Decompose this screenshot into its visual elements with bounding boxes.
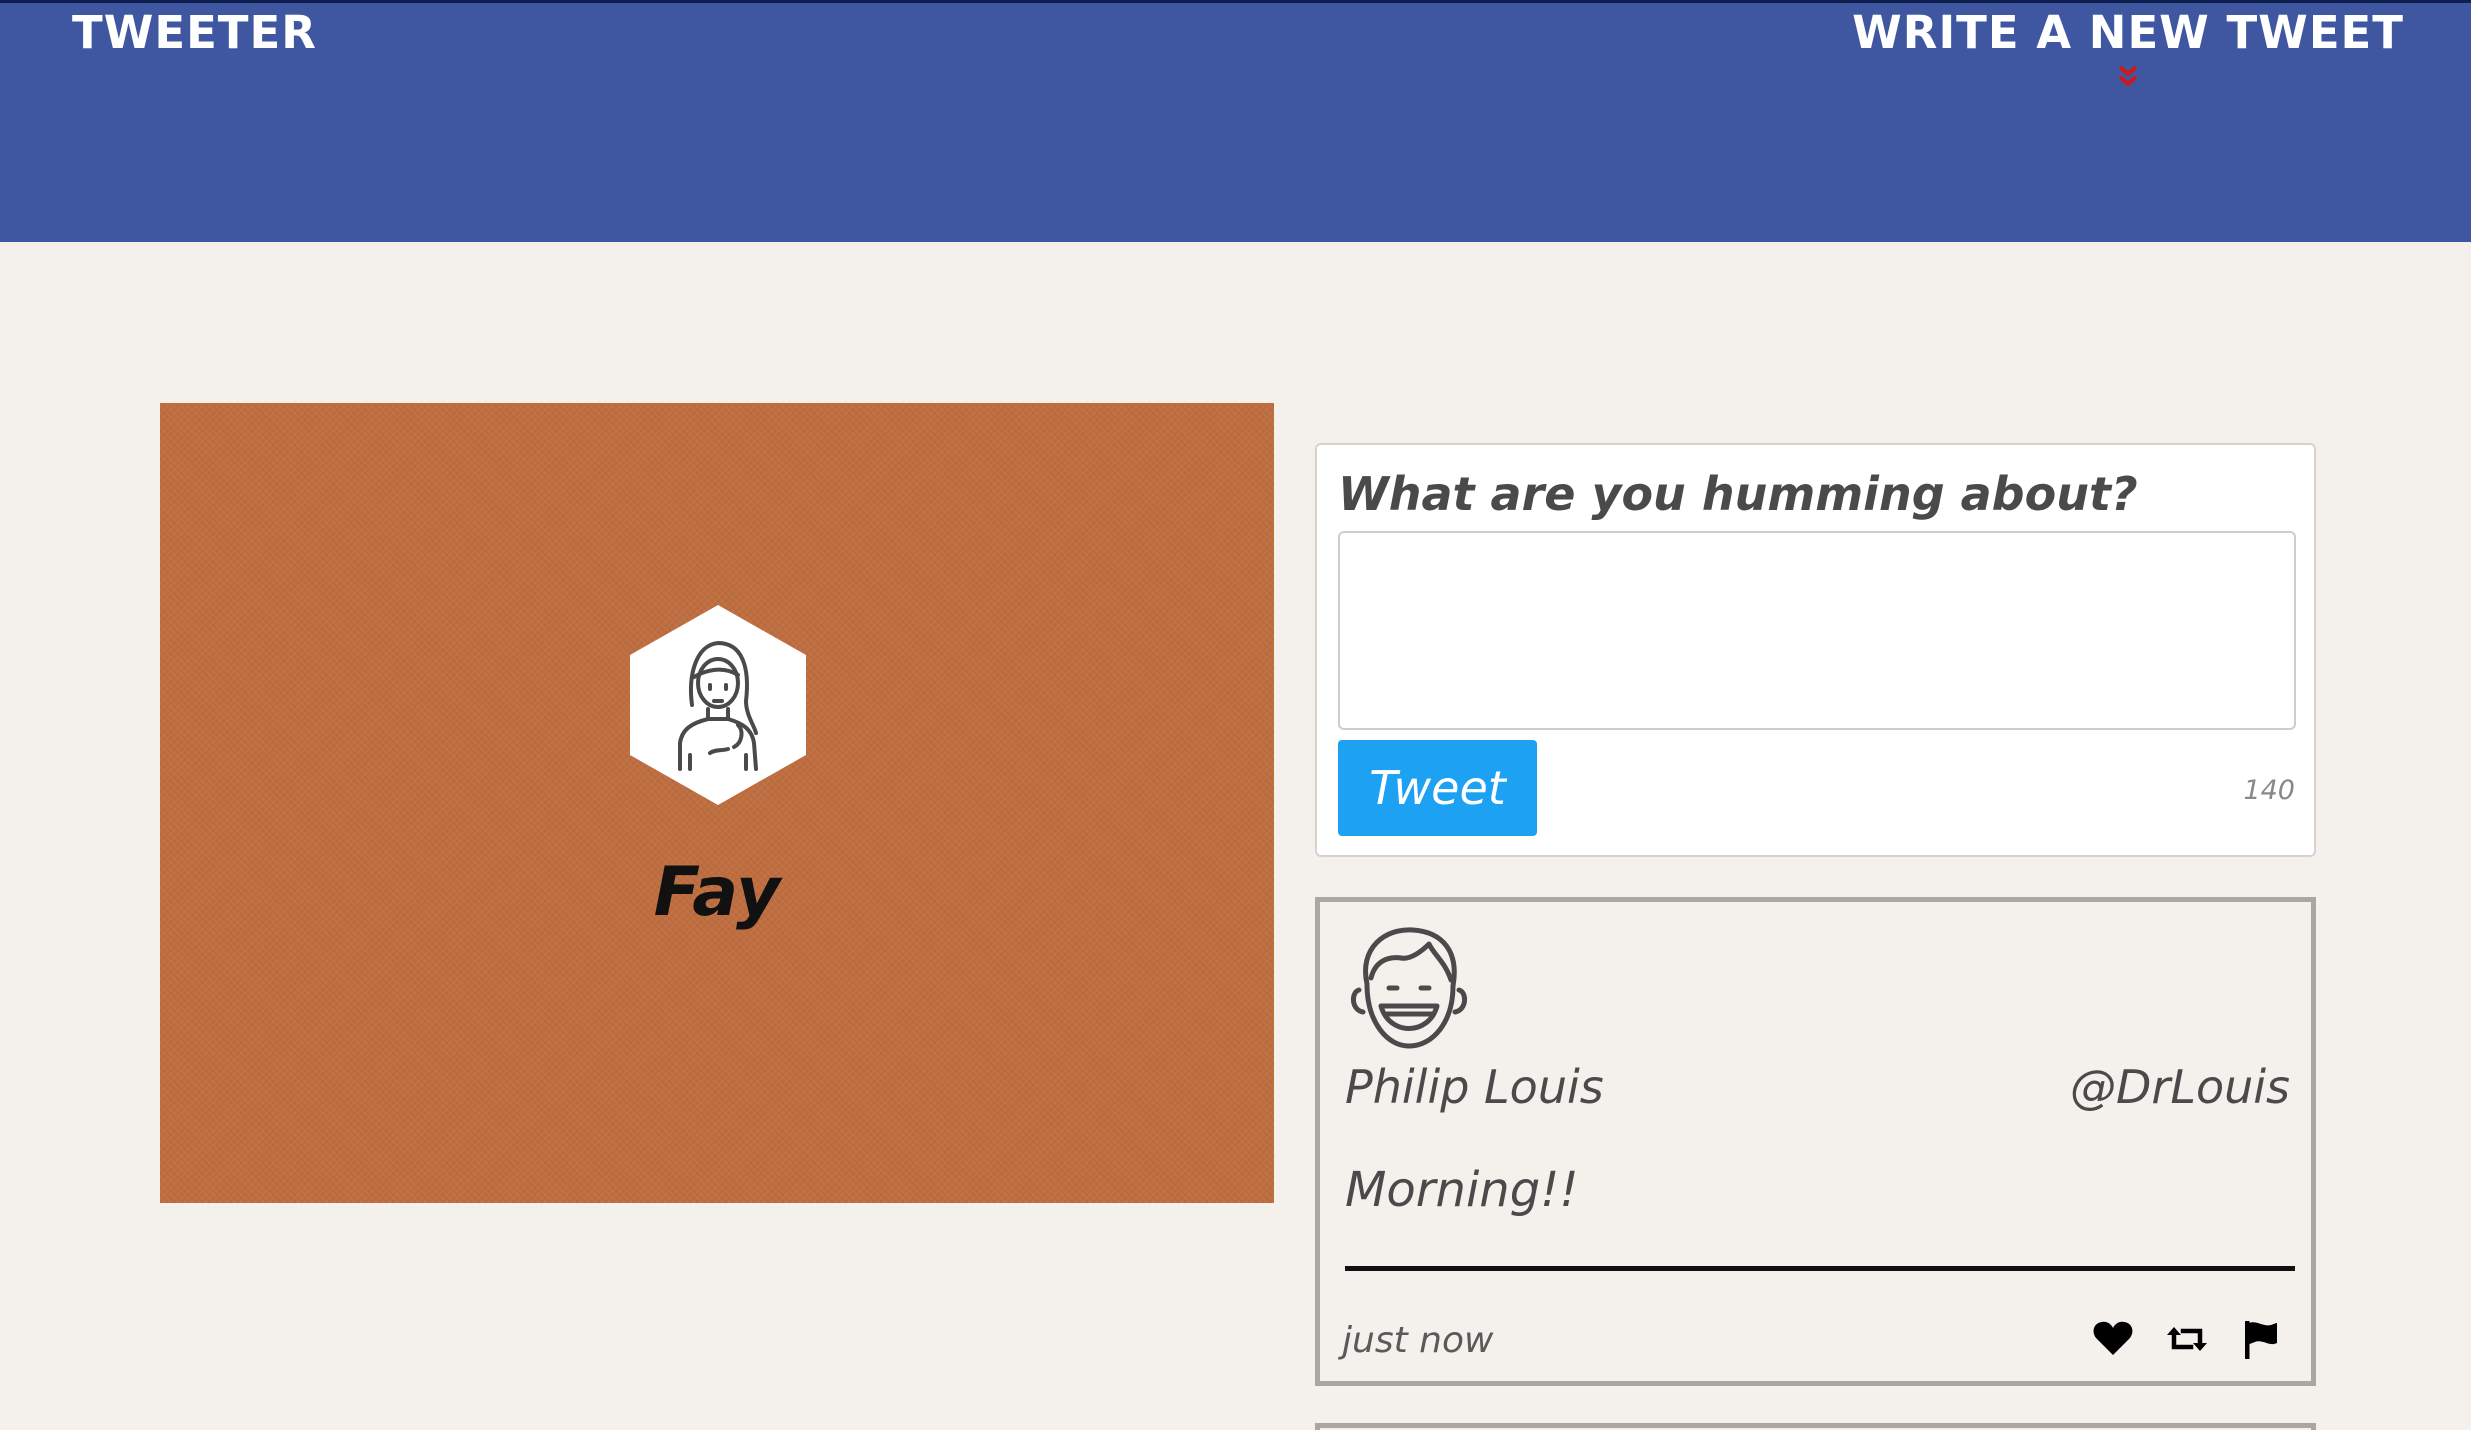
brand-logo[interactable]: TWEETER: [72, 5, 317, 61]
write-new-tweet-toggle[interactable]: WRITE A NEW TWEET: [1852, 5, 2404, 89]
tweet-text-input[interactable]: [1338, 531, 2296, 730]
heart-icon[interactable]: [2091, 1317, 2135, 1361]
flag-icon[interactable]: [2239, 1317, 2283, 1361]
new-tweet-form: What are you humming about? Tweet 140: [1315, 443, 2316, 857]
composer-prompt-label: What are you humming about?: [1338, 467, 2138, 521]
retweet-icon[interactable]: [2165, 1317, 2209, 1361]
profile-card: Fay: [160, 403, 1274, 1203]
tweet-submit-button[interactable]: Tweet: [1338, 740, 1537, 836]
tweet-actions: [2091, 1317, 2283, 1361]
author-avatar-icon: [1351, 927, 1467, 1049]
tweet-content: Morning!!: [1345, 1162, 1579, 1218]
tweet-timestamp: just now: [1342, 1320, 1494, 1361]
double-chevron-down-icon[interactable]: [2115, 63, 2141, 89]
user-avatar-icon: [630, 605, 806, 805]
character-counter: 140: [2243, 775, 2295, 806]
next-tweet-card: [1315, 1423, 2316, 1430]
tweet-author-name: Philip Louis: [1345, 1060, 1604, 1114]
profile-name: Fay: [653, 853, 781, 932]
tweet-author-handle: @DrLouis: [2069, 1060, 2290, 1114]
tweet-divider: [1345, 1266, 2295, 1271]
write-new-tweet-label[interactable]: WRITE A NEW TWEET: [1852, 5, 2404, 61]
top-nav: TWEETER WRITE A NEW TWEET: [0, 0, 2471, 242]
tweet-card: Philip Louis @DrLouis Morning!! just now: [1315, 897, 2316, 1386]
